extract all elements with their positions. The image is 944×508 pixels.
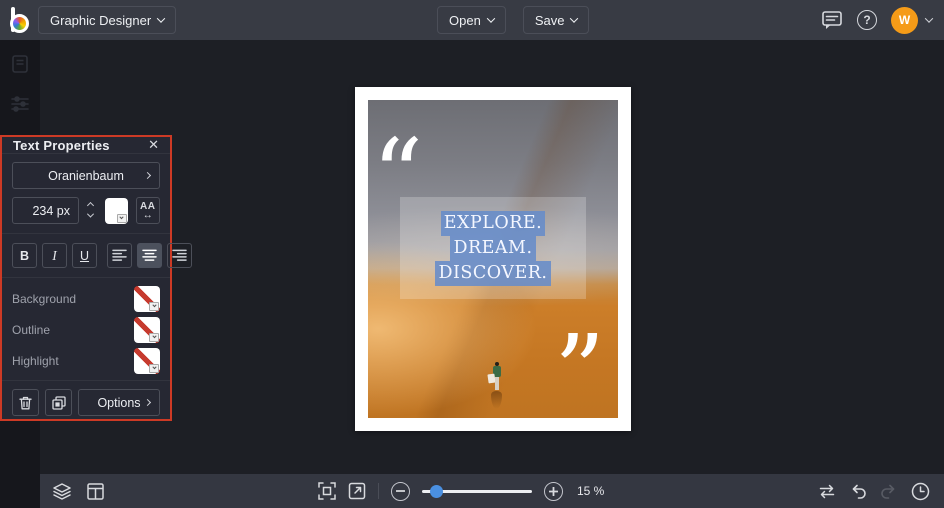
stepper-down-icon[interactable] (87, 211, 94, 218)
swatch-dropdown-badge[interactable] (149, 302, 159, 311)
underline-button[interactable]: U (72, 243, 97, 268)
design-canvas[interactable]: “ ” EXPLORE. DREAM. DISCOVER. (355, 87, 631, 431)
align-left-icon (112, 249, 127, 262)
redo-icon (880, 483, 898, 499)
stepper-up-icon[interactable] (87, 202, 94, 209)
font-size-stepper (84, 203, 96, 218)
text-line: DREAM. (450, 236, 535, 261)
outline-color-row: Outline (12, 314, 160, 345)
fullscreen-icon (348, 482, 366, 500)
chevron-down-icon (487, 14, 495, 22)
duplicate-icon (52, 396, 66, 410)
zoom-slider-knob[interactable] (430, 485, 443, 498)
text-color-swatch[interactable] (105, 198, 127, 224)
undo-icon (849, 483, 867, 499)
swatch-dropdown-badge[interactable] (149, 333, 159, 342)
panel-title: Text Properties (13, 138, 110, 153)
font-family-selector[interactable]: Oranienbaum (12, 162, 160, 189)
format-row: B I U (2, 234, 170, 278)
bottom-left-tools (52, 474, 104, 508)
horizontal-arrow-icon: ↔ (143, 211, 153, 220)
duplicate-button[interactable] (45, 389, 72, 416)
compare-arrows-icon (818, 484, 836, 499)
bold-button[interactable]: B (12, 243, 37, 268)
app-menu-button[interactable]: Graphic Designer (38, 6, 176, 34)
layers-icon (52, 483, 72, 500)
align-right-icon (172, 249, 187, 262)
highlight-color-swatch[interactable] (134, 348, 160, 374)
history-clock-icon (911, 482, 930, 501)
avatar[interactable]: W (891, 7, 918, 34)
undo-button[interactable] (849, 483, 867, 499)
chevron-down-icon (570, 14, 578, 22)
zoom-controls: 15 % (318, 474, 604, 508)
canvas-layout-icon (87, 483, 104, 500)
text-properties-panel: Text Properties ✕ Oranienbaum 234 px AA … (0, 135, 172, 421)
align-center-icon (142, 249, 157, 262)
swatch-dropdown-badge[interactable] (117, 214, 127, 223)
redo-button[interactable] (880, 483, 898, 499)
canvas-manager-button[interactable] (87, 483, 104, 500)
fullscreen-button[interactable] (348, 482, 366, 500)
font-size-input[interactable]: 234 px (12, 197, 79, 224)
highlight-color-row: Highlight (12, 345, 160, 376)
history-tools (818, 474, 930, 508)
panel-footer: Options (2, 380, 170, 425)
italic-button[interactable]: I (42, 243, 67, 268)
zoom-percentage: 15 % (577, 484, 604, 498)
outline-color-swatch[interactable] (134, 317, 160, 343)
open-button[interactable]: Open (437, 6, 506, 34)
align-center-button[interactable] (137, 243, 162, 268)
background-color-row: Background (12, 283, 160, 314)
account-chevron-down-icon[interactable] (925, 14, 933, 22)
close-icon[interactable]: ✕ (148, 137, 159, 153)
panel-header: Text Properties ✕ (2, 137, 170, 154)
trash-icon (19, 396, 32, 410)
desert-photo[interactable]: “ ” EXPLORE. DREAM. DISCOVER. (368, 100, 618, 418)
fit-screen-icon (318, 482, 336, 500)
text-line: EXPLORE. (441, 211, 546, 236)
chevron-right-icon (144, 399, 151, 406)
color-rows: Background Outline Highlight (2, 278, 170, 380)
feedback-chat-icon[interactable] (821, 10, 843, 31)
selected-text-element[interactable]: EXPLORE. DREAM. DISCOVER. (400, 197, 586, 299)
delete-button[interactable] (12, 389, 39, 416)
divider (378, 483, 379, 499)
text-line: DISCOVER. (435, 261, 550, 286)
text-case-spacing-button[interactable]: AA ↔ (136, 197, 160, 224)
plus-icon (549, 487, 558, 496)
options-button[interactable]: Options (78, 389, 160, 416)
chevron-right-icon (144, 172, 151, 179)
top-bar: Graphic Designer Open Save ? W (0, 0, 944, 40)
zoom-slider[interactable] (422, 485, 532, 498)
minus-icon (396, 490, 405, 492)
bottom-toolbar: 15 % (40, 474, 944, 508)
top-right-cluster: ? W (821, 0, 932, 40)
app-menu-label: Graphic Designer (50, 13, 151, 28)
swatch-dropdown-badge[interactable] (149, 364, 159, 373)
zoom-in-button[interactable] (544, 482, 563, 501)
font-family-value: Oranienbaum (48, 169, 124, 183)
chevron-down-icon (157, 14, 165, 22)
adjust-sliders-icon[interactable] (10, 94, 30, 114)
align-right-button[interactable] (167, 243, 192, 268)
file-actions: Open Save (437, 6, 589, 34)
help-icon[interactable]: ? (857, 10, 877, 30)
befunky-logo-icon[interactable] (8, 7, 34, 33)
templates-icon[interactable] (10, 54, 30, 74)
fit-to-screen-button[interactable] (318, 482, 336, 500)
person-figure (487, 362, 507, 414)
zoom-out-button[interactable] (391, 482, 410, 501)
save-button[interactable]: Save (523, 6, 590, 34)
background-color-swatch[interactable] (134, 286, 160, 312)
history-button[interactable] (911, 482, 930, 501)
font-section: Oranienbaum 234 px AA ↔ (2, 154, 170, 234)
align-left-button[interactable] (107, 243, 132, 268)
compare-button[interactable] (818, 484, 836, 499)
font-size-row: 234 px AA ↔ (12, 197, 160, 224)
layers-button[interactable] (52, 483, 72, 500)
close-quote-mark: ” (554, 322, 605, 418)
